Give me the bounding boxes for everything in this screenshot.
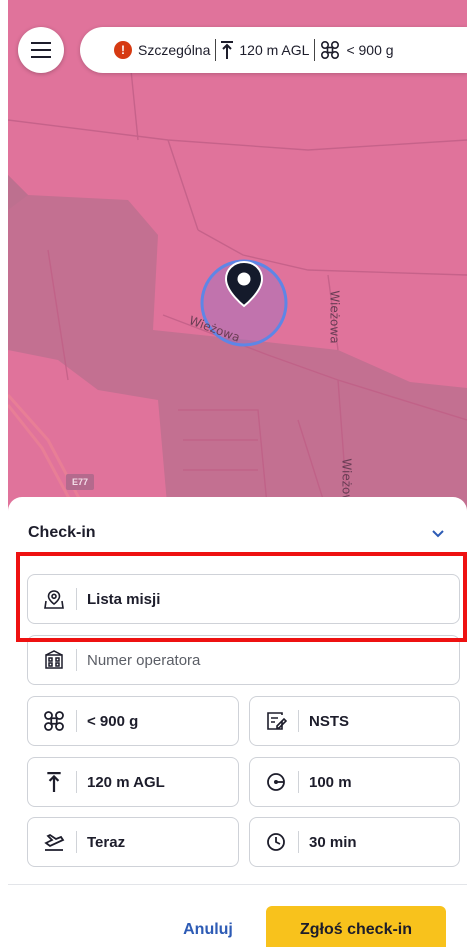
altitude-field[interactable]: 120 m AGL: [27, 757, 239, 807]
document-edit-icon: [264, 709, 288, 733]
separator: [76, 588, 77, 610]
submit-check-in-button[interactable]: Zgłoś check-in: [266, 906, 446, 947]
weight-value: < 900 g: [87, 712, 139, 730]
nsts-field[interactable]: NSTS: [249, 696, 460, 746]
separator: [314, 39, 316, 61]
menu-button[interactable]: [18, 27, 64, 73]
separator: [298, 710, 299, 732]
category-label: Szczególna: [138, 42, 211, 58]
map-background: [8, 0, 467, 515]
operator-number-placeholder: Numer operatora: [87, 651, 201, 669]
chevron-down-icon[interactable]: [430, 525, 446, 541]
separator: [298, 771, 299, 793]
mission-list-field[interactable]: Lista misji: [27, 574, 460, 624]
separator: [298, 831, 299, 853]
radius-value: 100 m: [309, 773, 352, 791]
altitude-label: 120 m AGL: [239, 42, 310, 58]
building-icon: [42, 648, 66, 672]
nsts-value: NSTS: [309, 712, 350, 730]
location-pin-icon[interactable]: [222, 260, 266, 308]
mission-list-label: Lista misji: [87, 590, 161, 608]
road-badge: E77: [66, 474, 94, 490]
street-label: Wieżowa: [327, 290, 342, 344]
clock-icon: [264, 830, 288, 854]
map-view[interactable]: Wieżowa Wieżowa Wieżowa E77: [8, 0, 467, 515]
start-time-field[interactable]: Teraz: [27, 817, 239, 867]
weight-label: < 900 g: [346, 42, 394, 58]
separator: [76, 771, 77, 793]
cancel-button[interactable]: Anuluj: [168, 910, 248, 947]
separator: [215, 39, 217, 61]
altitude-icon: [221, 41, 234, 59]
takeoff-icon: [42, 830, 66, 854]
hamburger-icon: [31, 42, 51, 58]
weight-field[interactable]: < 900 g: [27, 696, 239, 746]
separator: [76, 831, 77, 853]
separator: [76, 710, 77, 732]
altitude-value: 120 m AGL: [87, 773, 165, 791]
drone-icon: [321, 40, 340, 60]
duration-value: 30 min: [309, 833, 357, 851]
duration-field[interactable]: 30 min: [249, 817, 460, 867]
altitude-icon: [42, 770, 66, 794]
start-time-value: Teraz: [87, 833, 126, 851]
map-pin-icon: [42, 587, 66, 611]
altitude-segment[interactable]: 120 m AGL: [221, 41, 309, 59]
operator-number-field[interactable]: Numer operatora: [27, 635, 460, 685]
warning-icon: !: [114, 41, 132, 59]
divider: [8, 884, 467, 885]
category-segment[interactable]: ! Szczególna: [114, 41, 210, 59]
separator: [76, 649, 77, 671]
radius-icon: [264, 770, 288, 794]
radius-field[interactable]: 100 m: [249, 757, 460, 807]
drone-icon: [42, 709, 66, 733]
flight-status-bar[interactable]: ! Szczególna 120 m AGL < 900 g: [80, 27, 467, 73]
weight-segment[interactable]: < 900 g: [320, 40, 394, 60]
sheet-title: Check-in: [28, 524, 96, 541]
